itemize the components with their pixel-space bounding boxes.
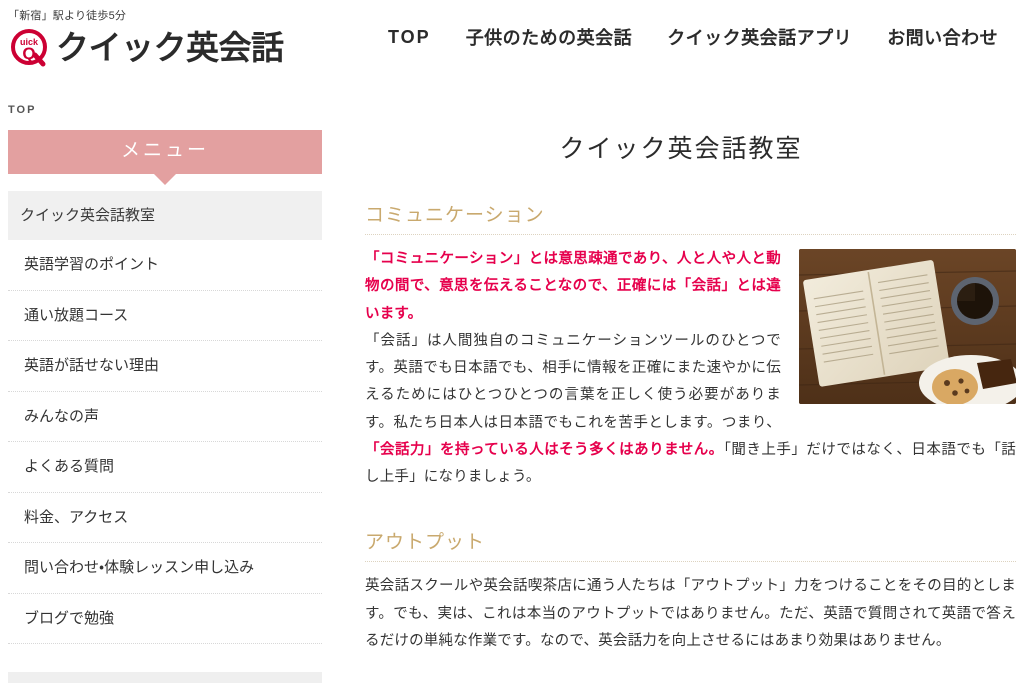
sidebar-footer-block — [8, 672, 322, 683]
page-root: 「新宿」駅より徒歩5分 uick Q クイック英会話 TOP 子供のための英会話… — [0, 0, 1024, 683]
body-text-highlight: 「会話力」を持っている人はそう多くはありません。 — [365, 441, 724, 458]
section-heading-output: アウトプット — [365, 527, 1016, 563]
body-text-part1: 「会話」は人間独自のコミュニケーションツールのひとつです。英語でも日本語でも、相… — [365, 332, 781, 431]
section-output: アウトプット 英会話スクールや英会話喫茶店に通う人たちは「アウトプット」力をつけ… — [352, 527, 1024, 655]
brand-logo[interactable]: uick Q クイック英会話 — [8, 25, 284, 69]
menu-banner-wrapper: メニュー — [8, 130, 322, 185]
sidebar-item-faq[interactable]: よくある質問 — [8, 442, 322, 493]
section-body-output: 英会話スクールや英会話喫茶店に通う人たちは「アウトプット」力をつけることをその目… — [365, 573, 1016, 655]
svg-text:Q: Q — [22, 44, 35, 63]
section-communication: コミュニケーション 「コミュニケーション」とは意思疎通であり、人と人や人と動物の… — [352, 200, 1024, 491]
nav-item-contact[interactable]: お問い合わせ — [887, 24, 998, 50]
sidebar-item-study-points[interactable]: 英語学習のポイント — [8, 240, 322, 291]
section-heading-communication: コミュニケーション — [365, 200, 1016, 235]
primary-navigation: TOP 子供のための英会話 クイック英会話アプリ お問い合わせ — [388, 24, 998, 50]
sidebar-item-blog[interactable]: ブログで勉強 — [8, 594, 322, 645]
sidebar-item-why-cant-speak[interactable]: 英語が話せない理由 — [8, 341, 322, 392]
nav-item-app[interactable]: クイック英会話アプリ — [667, 24, 852, 50]
book-coffee-photo — [799, 249, 1016, 404]
nav-item-kids-english[interactable]: 子供のための英会話 — [466, 24, 633, 50]
sidebar-item-price-access[interactable]: 料金、アクセス — [8, 493, 322, 544]
quick-q-logo-icon: uick Q — [8, 25, 52, 69]
sidebar-item-voices[interactable]: みんなの声 — [8, 392, 322, 443]
section-body-communication: 「コミュニケーション」とは意思疎通であり、人と人や人と動物の間で、意思を伝えるこ… — [365, 246, 1016, 491]
sidebar: TOP メニュー クイック英会話教室 英語学習のポイント 通い放題コース 英語が… — [0, 92, 330, 683]
nav-item-top[interactable]: TOP — [388, 27, 431, 48]
sidebar-menu-list: クイック英会話教室 英語学習のポイント 通い放題コース 英語が話せない理由 みん… — [8, 190, 322, 645]
sidebar-item-contact-trial[interactable]: 問い合わせ・体験レッスン申し込み — [8, 543, 322, 594]
page-title: クイック英会話教室 — [559, 135, 803, 163]
breadcrumb[interactable]: TOP — [0, 92, 330, 116]
brand-name: クイック英会話 — [56, 28, 284, 66]
brand-block[interactable]: 「新宿」駅より徒歩5分 uick Q クイック英会話 — [8, 10, 284, 69]
menu-banner-label: メニュー — [8, 130, 322, 174]
sidebar-item-quick-english-classroom[interactable]: クイック英会話教室 — [8, 190, 322, 241]
site-header: 「新宿」駅より徒歩5分 uick Q クイック英会話 TOP 子供のための英会話… — [0, 0, 1024, 92]
banner-down-arrow-icon — [154, 173, 176, 185]
sidebar-item-unlimited-course[interactable]: 通い放題コース — [8, 291, 322, 342]
brand-tagline: 「新宿」駅より徒歩5分 — [8, 10, 127, 22]
body-paragraph-output: 英会話スクールや英会話喫茶店に通う人たちは「アウトプット」力をつけることをその目… — [365, 578, 1016, 649]
main-content: クイック英会話教室 コミュニケーション 「コミュニケーション」とは意思疎通であり… — [352, 92, 1024, 683]
